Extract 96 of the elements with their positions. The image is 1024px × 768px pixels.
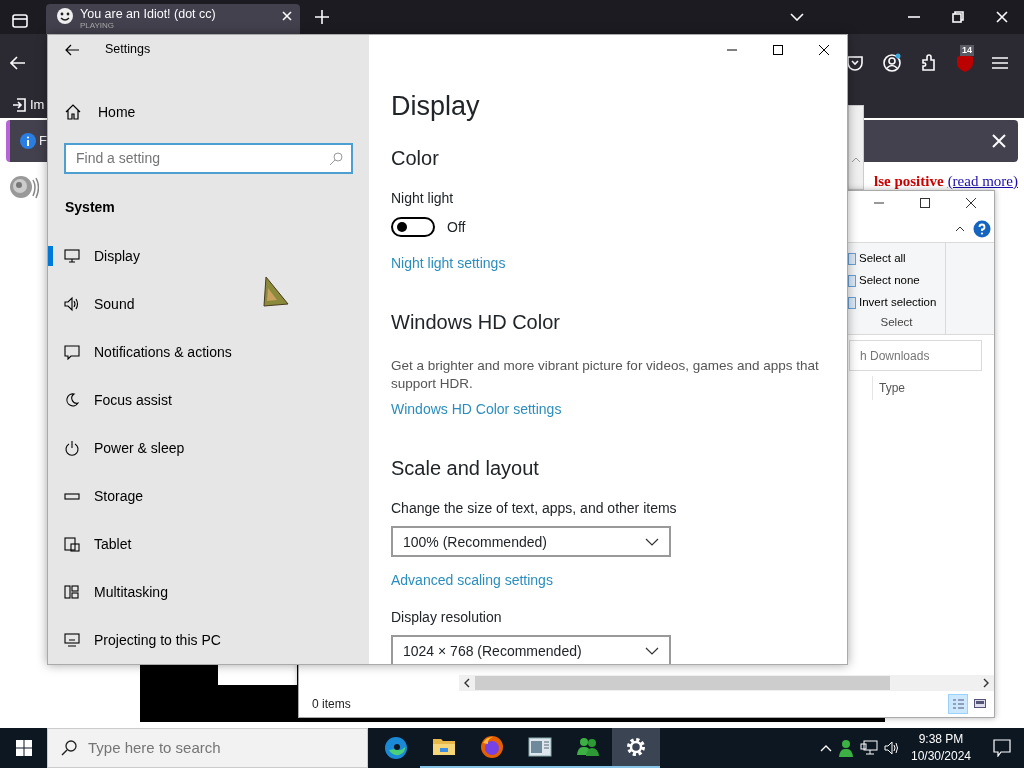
ribbon-button[interactable]: Select none [848, 269, 945, 292]
nav-item[interactable]: Sound [48, 294, 369, 314]
search-icon [61, 740, 77, 756]
people-icon [576, 735, 600, 759]
nav-item[interactable]: Tablet [48, 534, 369, 554]
chevron-down-icon [645, 646, 659, 655]
taskbar-app[interactable] [612, 728, 660, 768]
windows-logo-icon [15, 740, 32, 756]
new-tab-icon[interactable] [315, 10, 329, 24]
scrollbar-thumb[interactable] [475, 676, 890, 690]
back-arrow-icon [65, 43, 79, 56]
settings-link[interactable]: Night light settings [391, 253, 506, 273]
monitor-icon [64, 248, 80, 264]
badge: 14 [960, 45, 974, 56]
field-label: Display resolution [391, 608, 503, 627]
square-icon [920, 198, 930, 208]
search-field[interactable]: Type here to search [47, 728, 368, 768]
scroll-up-icon[interactable] [851, 157, 861, 163]
triangle-icon [263, 276, 289, 308]
toggle-state: Off [447, 217, 466, 237]
tab-title: You are an Idiot! (dot cc) [80, 7, 216, 21]
dropdown[interactable]: 100% (Recommended) [391, 526, 671, 557]
ribbon-button[interactable]: Select all [848, 248, 945, 270]
nav-item[interactable]: Multitasking [48, 582, 369, 602]
dropdown[interactable]: 1024 × 768 (Recommended) [391, 635, 671, 664]
power-icon [64, 440, 80, 456]
group-label: Select [879, 314, 914, 330]
status-text: 0 items [312, 696, 351, 713]
chevron-down-icon[interactable] [790, 13, 804, 21]
home-link[interactable]: Home [48, 102, 369, 123]
menu-icon[interactable] [992, 56, 1008, 70]
description-text: Get a brighter and more vibrant picture for videos, games and apps that support HDR. [391, 357, 820, 393]
notification-text: F [39, 132, 47, 151]
nav-item[interactable]: Projecting to this PC [48, 630, 369, 650]
close-icon[interactable] [282, 11, 292, 21]
column-header[interactable]: Type [872, 376, 994, 400]
ribbon-button[interactable]: Invert selection [848, 291, 945, 314]
toggle-switch[interactable] [391, 217, 435, 237]
read-more-link[interactable]: (read more) [947, 172, 1018, 190]
firefox-icon [480, 735, 504, 759]
moon-icon [64, 392, 80, 408]
nav-item[interactable]: Focus assist [48, 390, 369, 410]
edge-icon [384, 736, 408, 760]
list-icon [951, 697, 965, 711]
browser-tab[interactable]: You are an Idiot! (dot cc) PLAYING [46, 4, 300, 34]
screen-icon [64, 632, 80, 648]
windows-icon [64, 584, 80, 600]
nav-item[interactable]: Notifications & actions [48, 342, 369, 362]
settings-link[interactable]: Advanced scaling settings [391, 570, 553, 590]
house-icon [65, 104, 81, 121]
account-icon[interactable] [882, 53, 902, 73]
section-heading: Windows HD Color [391, 310, 561, 335]
nav-item[interactable]: Storage [48, 486, 369, 506]
date-text: 10/30/2024 [909, 748, 973, 765]
settings-link[interactable]: Windows HD Color settings [391, 399, 562, 419]
smiley-icon [56, 7, 74, 25]
nav-item[interactable]: Power & sleep [48, 438, 369, 458]
warning-text: lse positive [874, 172, 944, 190]
person-icon[interactable] [838, 739, 854, 757]
message-icon [64, 344, 80, 360]
clock[interactable]: 9:38 PM 10/30/2024 [908, 731, 974, 765]
window-icon [528, 735, 552, 759]
info-icon [20, 133, 36, 149]
back-arrow-icon[interactable] [10, 56, 26, 70]
gear-icon [624, 735, 648, 759]
network-icon[interactable] [860, 740, 878, 756]
section-heading: Scale and layout [391, 456, 540, 481]
close-icon [819, 45, 829, 55]
section-heading: Color [391, 146, 440, 171]
window-title: Settings [105, 41, 151, 59]
tab-list-icon[interactable] [12, 14, 28, 28]
field-label: Night light [391, 189, 455, 208]
back-button[interactable] [65, 43, 79, 56]
close-icon[interactable] [992, 134, 1006, 148]
caret-up-icon[interactable] [955, 225, 965, 232]
import-icon[interactable] [12, 98, 26, 112]
field-label: Change the size of text, apps, and other items [391, 499, 678, 518]
section-title: System [64, 198, 116, 217]
search-icon [329, 152, 343, 167]
chevron-down-icon [645, 537, 659, 546]
tablet-icon [64, 536, 80, 552]
puzzle-icon[interactable] [920, 54, 938, 72]
pocket-icon[interactable] [846, 55, 864, 71]
tab-status: PLAYING [80, 21, 116, 30]
time-text: 9:38 PM [917, 731, 965, 748]
help-icon[interactable] [973, 219, 991, 238]
close-icon[interactable] [996, 11, 1008, 23]
restore-icon[interactable] [952, 11, 964, 23]
picture-icon [973, 697, 987, 711]
close-icon [966, 198, 976, 208]
speaker-icon [64, 296, 80, 312]
search-field[interactable]: Find a setting [64, 143, 353, 174]
square-icon [773, 45, 783, 55]
bookmark-label[interactable]: Im [30, 95, 45, 115]
page-title: Display [391, 90, 481, 123]
message-icon[interactable] [993, 739, 1011, 757]
